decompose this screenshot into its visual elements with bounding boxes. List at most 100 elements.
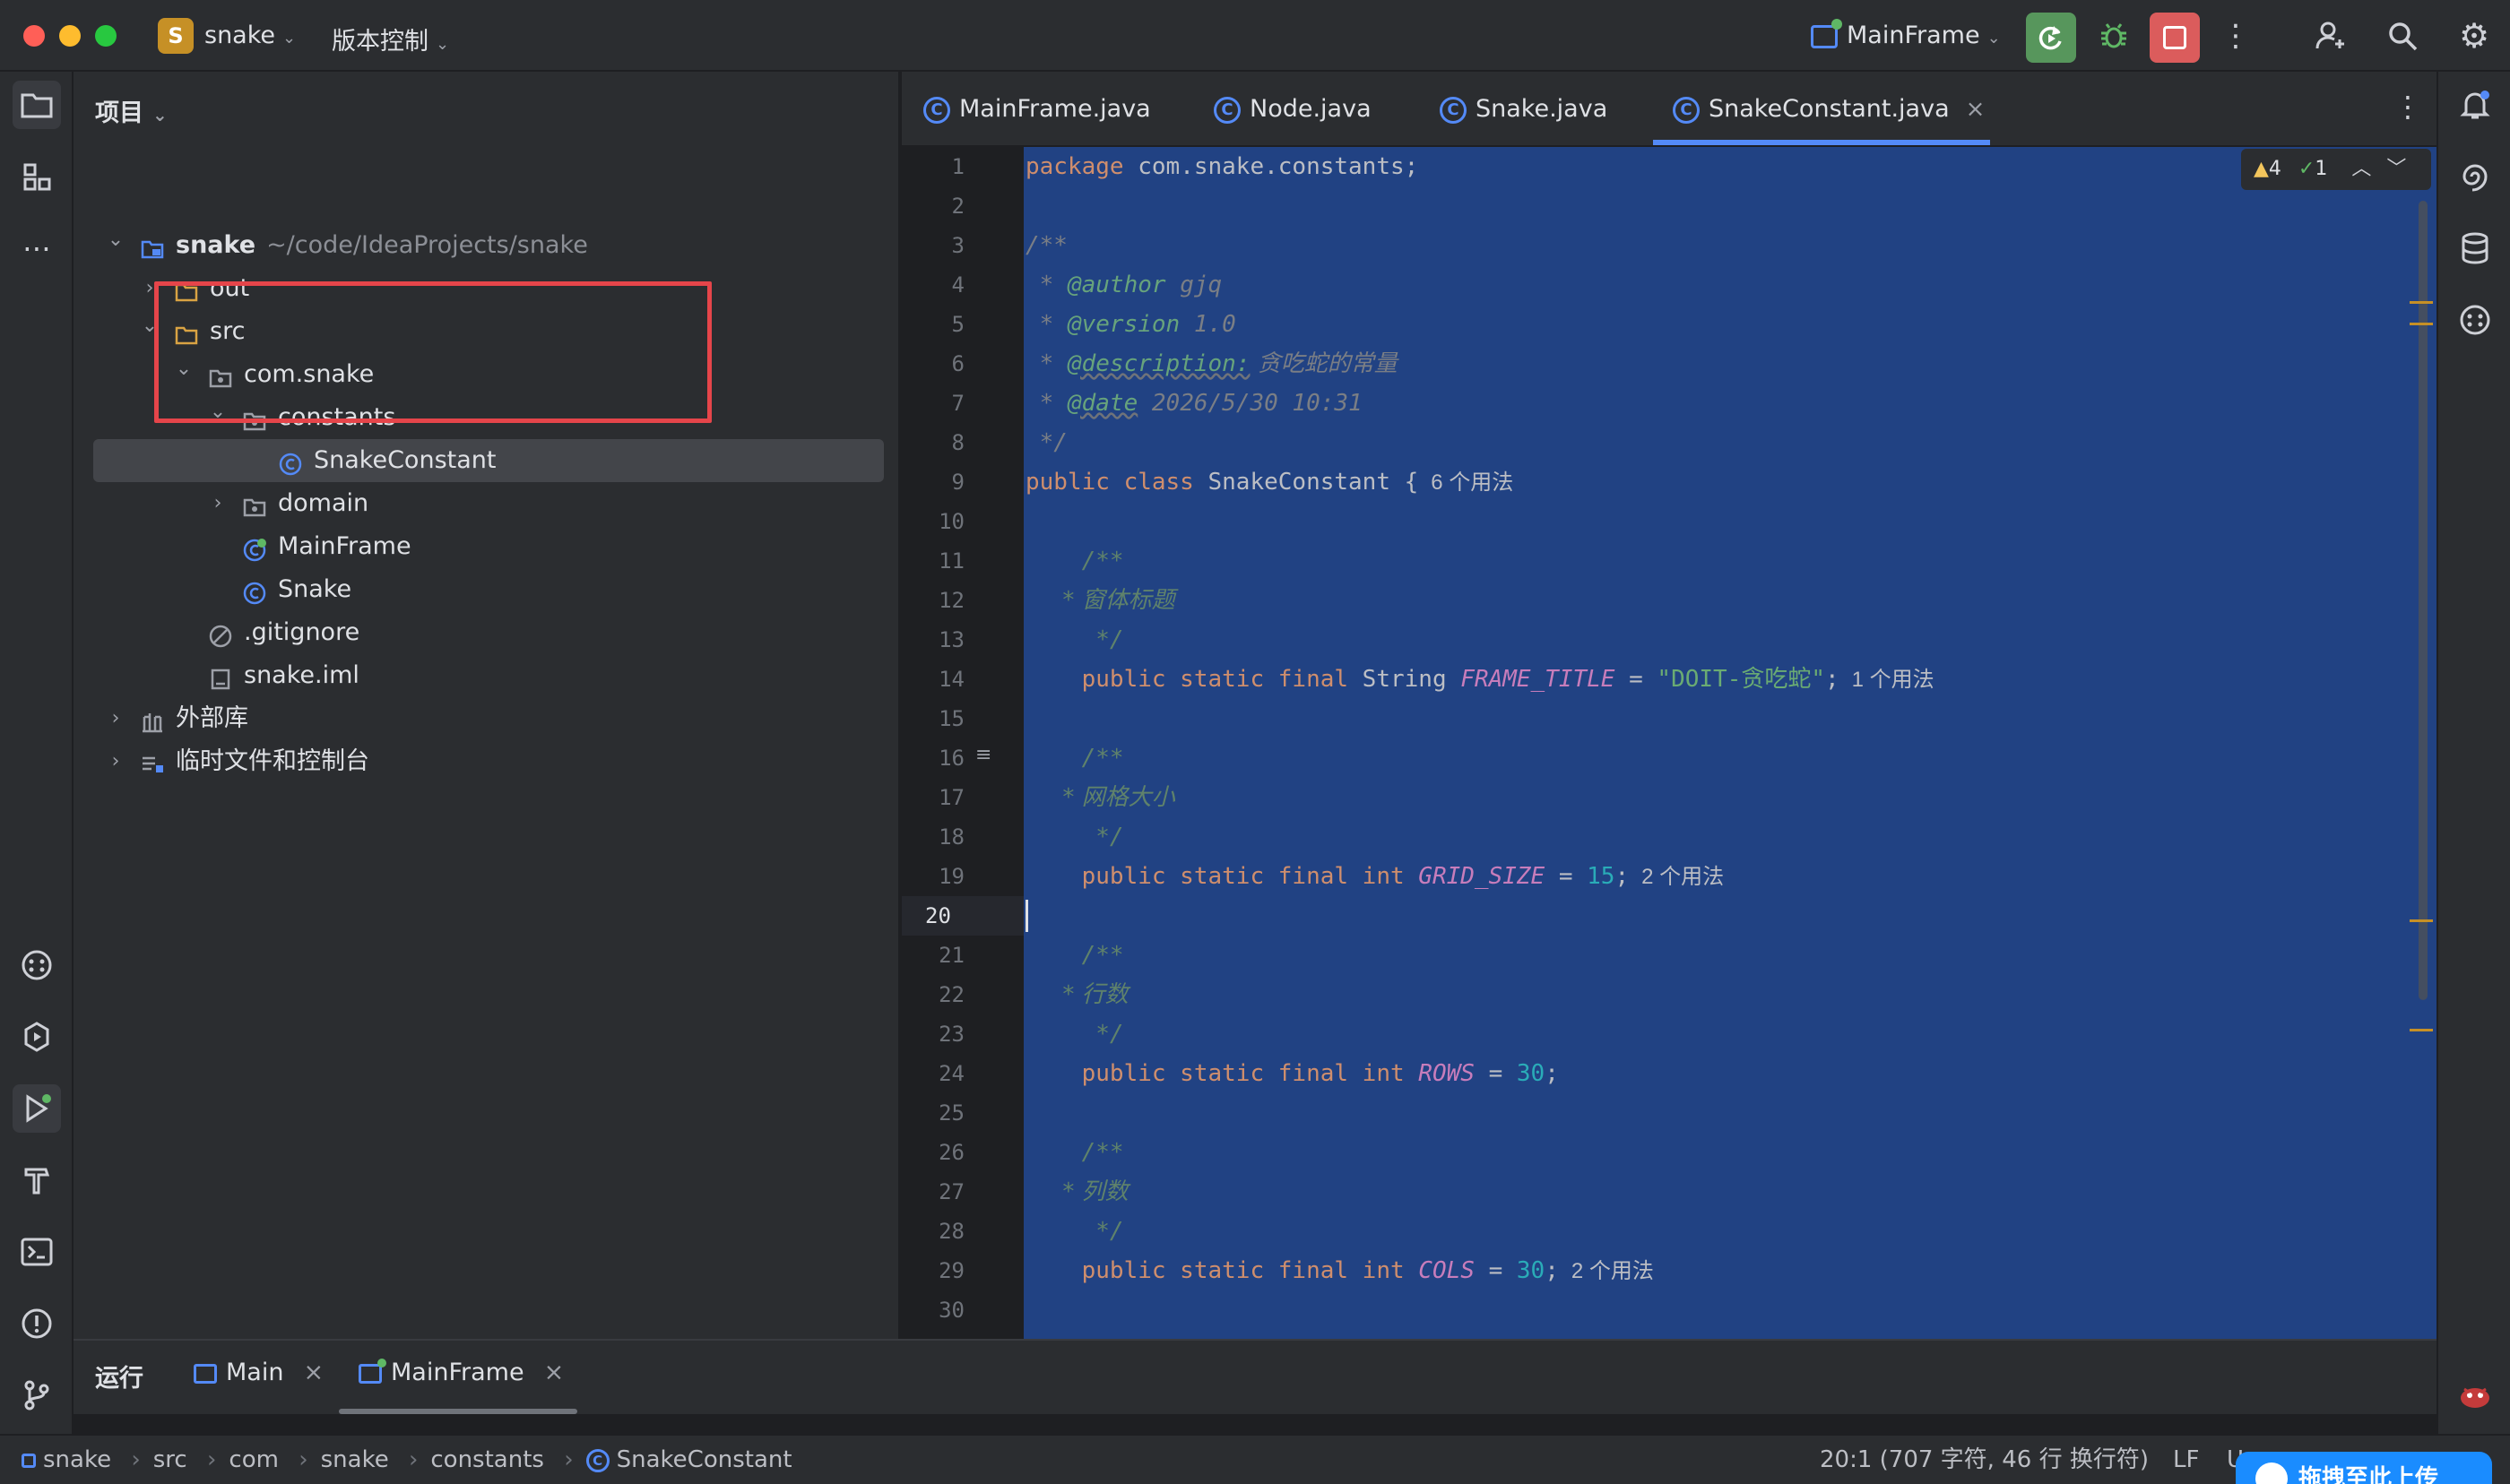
close-tab-icon[interactable]: × [544,1359,565,1386]
tree-item-label: MainFrame [278,532,411,560]
warning-marker[interactable] [2410,323,2433,325]
settings-button[interactable]: ⚙ [2454,16,2494,56]
breadcrumb-item[interactable]: snake [43,1446,111,1473]
line-number: 13 [939,627,965,652]
close-tab-icon[interactable]: × [303,1359,324,1386]
code-line-4: * @author gjq [1026,272,1223,298]
warning-marker[interactable] [2410,919,2433,922]
code-line-16: /** [1026,745,1124,772]
chevron-down-icon[interactable]: ⌄ [102,219,129,262]
warning-marker[interactable] [2410,1029,2433,1031]
inspection-widget[interactable]: ▲4 ✓1 ︿ ﹀ [2241,149,2431,190]
build-tool-button[interactable] [13,1156,61,1204]
stop-icon [2163,26,2186,49]
git-tool-button[interactable] [13,1371,61,1419]
usage-hint[interactable]: 2 个用法 [1571,1259,1654,1283]
line-separator[interactable]: LF [2173,1436,2199,1484]
structure-tool-button[interactable] [13,152,61,201]
more-vertical-icon: ⋮ [2393,90,2422,124]
project-panel-header[interactable]: 项目 ⌄ [95,93,168,128]
tab-snakeconstant-java[interactable]: C SnakeConstant.java × [1673,72,1985,147]
chevron-right-icon[interactable]: › [102,697,129,740]
run-tab-mainframe[interactable]: MainFrame × [359,1358,565,1386]
tab-options-button[interactable]: ⋮ [2393,90,2422,124]
line-number: 1 [951,154,965,179]
project-panel-title: 项目 [95,99,143,127]
tree-item[interactable]: ⌄ snake ~/code/IdeaProjects/snake [74,224,898,267]
tree-item-label: SnakeConstant [314,446,497,474]
run-tool-button[interactable] [13,1084,61,1133]
warning-marker[interactable] [2410,301,2433,304]
line-number: 21 [939,943,965,968]
structure-marker-icon[interactable]: ≡ [975,744,991,766]
database-button[interactable] [2451,224,2499,272]
add-user-button[interactable] [2311,16,2350,56]
upload-drop-overlay[interactable]: 拖拽至此上传 [2236,1452,2492,1484]
search-everywhere-button[interactable] [2383,16,2422,56]
chevron-down-icon: ⌄ [436,35,450,54]
project-badge[interactable]: S [158,18,194,54]
problems-tool-button[interactable] [13,1299,61,1348]
more-tools-button[interactable]: ⋯ [13,224,61,272]
breadcrumb-item[interactable]: src [153,1446,187,1473]
rerun-button[interactable] [2026,13,2076,63]
chevron-up-icon[interactable]: ︿ [2351,158,2371,180]
debug-button[interactable] [2094,16,2134,56]
chevron-down-icon[interactable]: ﹀ [2386,158,2406,180]
tree-item[interactable]: snake.iml [74,654,898,697]
notifications-button[interactable] [2451,81,2499,129]
tab-snake-java[interactable]: C Snake.java [1440,72,1607,147]
breadcrumb-item[interactable]: com [229,1446,279,1473]
tree-item[interactable]: SnakeConstant [93,439,884,482]
tree-item[interactable]: .gitignore [74,611,898,654]
stop-button[interactable] [2150,13,2200,63]
line-number: 17 [939,785,965,810]
line-number: 8 [951,430,965,455]
usage-hint[interactable]: 6 个用法 [1431,470,1513,495]
minimize-window-button[interactable] [59,25,81,47]
class-icon: C [585,1448,610,1472]
chevron-right-icon[interactable]: › [102,740,129,783]
ai-assistant-button[interactable] [2451,152,2499,201]
close-tab-icon[interactable]: × [1966,96,1986,123]
breadcrumb-item[interactable]: SnakeConstant [617,1446,792,1473]
services-tool-button[interactable] [13,1013,61,1061]
plugins-tool-button[interactable] [13,941,61,989]
tree-item[interactable]: Snake [74,568,898,611]
code-line-19: public static final int GRID_SIZE = 15; 2… [1026,863,1725,890]
zoom-window-button[interactable] [95,25,117,47]
code-line-18: */ [1026,824,1124,850]
tree-item[interactable]: › domain [74,482,898,525]
close-window-button[interactable] [23,25,45,47]
vertical-scrollbar[interactable] [2419,201,2428,1000]
vcs-menu[interactable]: 版本控制 ⌄ [332,22,449,56]
breadcrumb-item[interactable]: snake [321,1446,389,1473]
plugin-button[interactable] [2451,296,2499,344]
tree-item-label: 外部库 [176,704,248,732]
run-config-selector[interactable]: MainFrame ⌄ [1811,18,2001,49]
active-tab-indicator [1653,140,1990,145]
vcs-label: 版本控制 [332,28,428,56]
tree-item[interactable]: › 外部库 [74,697,898,740]
tree-item[interactable]: MainFrame [74,525,898,568]
run-tab-main[interactable]: Main × [194,1359,324,1386]
tab-node-java[interactable]: C Node.java [1214,72,1372,147]
tab-mainframe-java[interactable]: C MainFrame.java [923,72,1151,147]
breadcrumb-item[interactable]: constants [430,1446,544,1473]
terminal-tool-button[interactable] [13,1228,61,1276]
active-run-tab-indicator [339,1409,577,1414]
spiral-icon [2462,164,2488,192]
project-tool-button[interactable] [13,81,61,129]
mascot-icon [2461,1387,2489,1408]
tree-item[interactable]: › 临时文件和控制台 [74,740,898,783]
project-switcher[interactable]: snake ⌄ [204,22,296,49]
caret-position[interactable]: 20:1 (707 字符, 46 行 换行符) [1820,1436,2149,1484]
more-actions-button[interactable]: ⋮ [2216,16,2255,56]
usage-hint[interactable]: 2 个用法 [1641,865,1724,889]
warning-icon: ▲ [2254,158,2269,180]
chevron-right-icon[interactable]: › [204,482,231,525]
usage-hint[interactable]: 1 个用法 [1852,668,1934,692]
line-number: 30 [939,1298,965,1323]
mascot-button[interactable] [2451,1371,2499,1419]
code-editor[interactable]: package com.snake.constants; /** * @auth… [1024,147,2436,1339]
